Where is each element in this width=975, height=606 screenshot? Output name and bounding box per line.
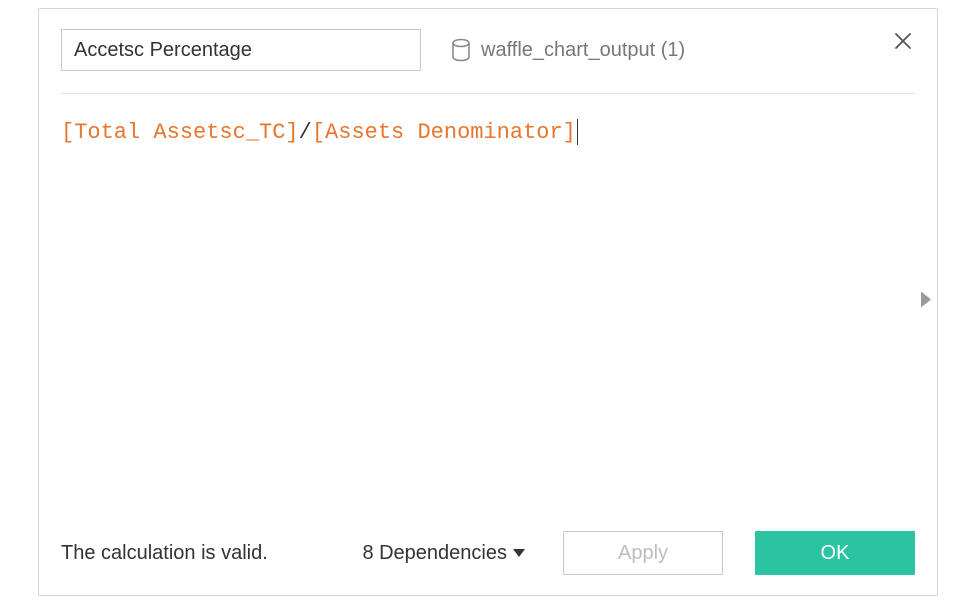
expand-handle[interactable] bbox=[921, 292, 931, 313]
apply-button[interactable]: Apply bbox=[563, 531, 723, 575]
calculation-name-input[interactable] bbox=[61, 29, 421, 71]
datasource-label: waffle_chart_output (1) bbox=[481, 39, 685, 62]
database-icon bbox=[451, 38, 471, 62]
formula-operator: / bbox=[299, 120, 312, 145]
close-button[interactable] bbox=[891, 31, 915, 55]
formula-field-ref: [Assets Denominator] bbox=[312, 120, 576, 145]
chevron-down-icon bbox=[513, 549, 525, 557]
formula-editor[interactable]: [Total Assetsc_TC]/[Assets Denominator] bbox=[39, 94, 937, 513]
ok-button-label: OK bbox=[821, 542, 850, 565]
text-cursor bbox=[577, 119, 578, 145]
apply-button-label: Apply bbox=[618, 542, 668, 565]
close-icon bbox=[893, 31, 913, 56]
dialog-header: waffle_chart_output (1) bbox=[39, 9, 937, 71]
dependencies-label: 8 Dependencies bbox=[362, 542, 507, 565]
datasource-selector[interactable]: waffle_chart_output (1) bbox=[451, 38, 685, 62]
dialog-footer: The calculation is valid. 8 Dependencies… bbox=[39, 513, 937, 595]
ok-button[interactable]: OK bbox=[755, 531, 915, 575]
chevron-right-icon bbox=[921, 295, 931, 312]
calculation-editor-dialog: waffle_chart_output (1) [Total Assetsc_T… bbox=[38, 8, 938, 596]
formula-field-ref: [Total Assetsc_TC] bbox=[61, 120, 299, 145]
dependencies-dropdown[interactable]: 8 Dependencies bbox=[362, 542, 525, 565]
validation-status: The calculation is valid. bbox=[61, 542, 268, 565]
